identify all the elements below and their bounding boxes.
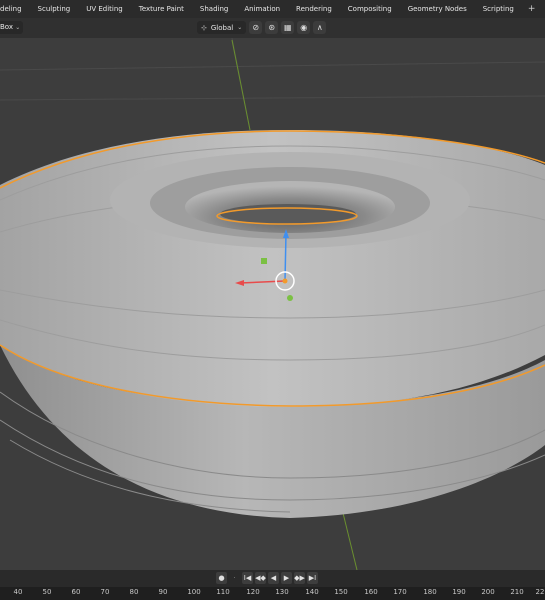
orientation-icon: ⊹ [201, 23, 207, 32]
timeline-tick: 70 [100, 588, 110, 596]
next-keyframe-button[interactable]: ◆▶ [294, 572, 305, 584]
transform-tools: ⊹ Global ⌄ ⊘ ⊛ ▦ ◉ ∧ [197, 20, 327, 35]
timeline-tick: 160 [364, 588, 378, 596]
add-workspace-button[interactable]: + [522, 4, 542, 14]
y-axis-line [231, 39, 251, 131]
timeline-tick: 140 [305, 588, 319, 596]
timeline-tick: 170 [393, 588, 407, 596]
prev-keyframe-button[interactable]: ◀◆ [255, 572, 266, 584]
chevron-down-icon: ⌄ [15, 24, 21, 31]
timeline-tick: 22 [535, 588, 545, 596]
timeline-tick: 180 [423, 588, 437, 596]
play-reverse-button[interactable]: ◀ [268, 572, 279, 584]
timeline-tick: 110 [216, 588, 230, 596]
jump-end-button[interactable]: ▶I [307, 572, 318, 584]
snap-icon[interactable]: ⊛ [265, 21, 279, 34]
timeline-tick: 40 [13, 588, 23, 596]
tab-shading[interactable]: Shading [192, 0, 236, 18]
timeline-tick: 120 [246, 588, 260, 596]
timeline-tick: 90 [158, 588, 168, 596]
snap-target-icon[interactable]: ▦ [281, 21, 295, 34]
transform-orientation-dropdown[interactable]: ⊹ Global ⌄ [197, 21, 247, 34]
torus-hole-core [220, 204, 356, 224]
workspace-tabs-bar: deling Sculpting UV Editing Texture Pain… [0, 0, 545, 18]
viewport-header: Box ⌄ ⊹ Global ⌄ ⊘ ⊛ ▦ ◉ ∧ [0, 18, 545, 38]
play-button[interactable]: ▶ [281, 572, 292, 584]
orientation-label: Global [210, 23, 234, 32]
tab-animation[interactable]: Animation [236, 0, 288, 18]
timeline-ruler[interactable]: 40 50 60 70 80 90 100 110 120 130 140 15… [0, 587, 545, 600]
timeline-tick: 150 [334, 588, 348, 596]
keyframe-button[interactable]: ● [216, 572, 227, 584]
separator: · [233, 574, 236, 582]
select-mode-label: Box [0, 23, 14, 31]
tab-geometry-nodes[interactable]: Geometry Nodes [400, 0, 475, 18]
timeline-tick: 60 [71, 588, 81, 596]
viewport-grid [0, 38, 545, 131]
chevron-down-icon: ⌄ [237, 24, 243, 31]
timeline-tick: 50 [42, 588, 52, 596]
select-mode-dropdown[interactable]: Box ⌄ [0, 21, 24, 34]
viewport-canvas[interactable] [0, 38, 545, 570]
playback-controls-bar: ● · I◀ ◀◆ ◀ ▶ ◆▶ ▶I [0, 570, 545, 587]
proportional-editing-icon[interactable]: ◉ [297, 21, 311, 34]
timeline-tick: 100 [187, 588, 201, 596]
tab-uv-editing[interactable]: UV Editing [78, 0, 131, 18]
jump-start-button[interactable]: I◀ [242, 572, 253, 584]
pivot-point-icon[interactable]: ⊘ [249, 21, 263, 34]
timeline-tick: 190 [452, 588, 466, 596]
timeline-tick: 80 [129, 588, 139, 596]
timeline-tick: 210 [510, 588, 524, 596]
3d-viewport[interactable] [0, 38, 545, 570]
tab-scripting[interactable]: Scripting [475, 0, 522, 18]
timeline-tick: 130 [275, 588, 289, 596]
tab-modeling[interactable]: deling [0, 0, 30, 18]
tab-sculpting[interactable]: Sculpting [30, 0, 79, 18]
tab-texture-paint[interactable]: Texture Paint [131, 0, 192, 18]
falloff-icon[interactable]: ∧ [313, 21, 327, 34]
tab-rendering[interactable]: Rendering [288, 0, 340, 18]
tab-compositing[interactable]: Compositing [340, 0, 400, 18]
timeline-tick: 200 [481, 588, 495, 596]
